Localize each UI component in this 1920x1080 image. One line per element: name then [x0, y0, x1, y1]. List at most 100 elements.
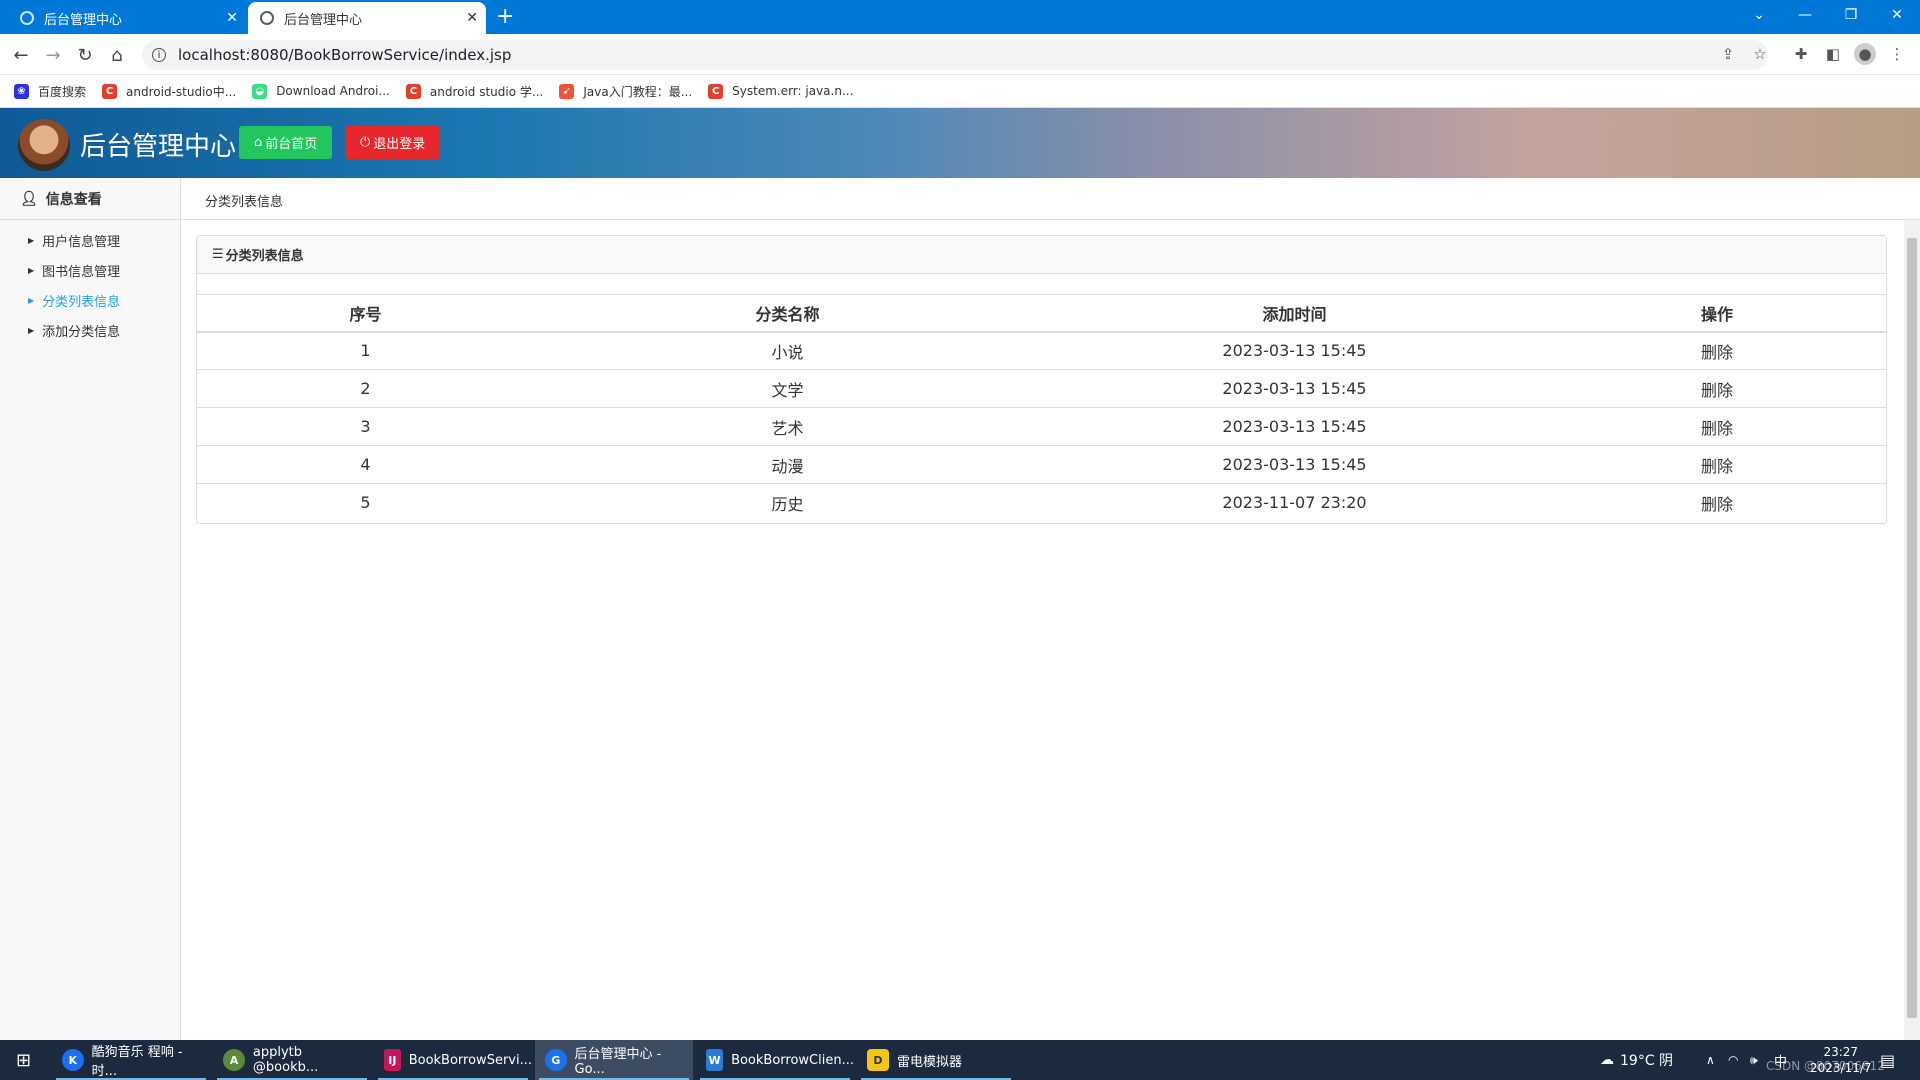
windows-start-icon[interactable]: ⊞: [6, 1040, 46, 1080]
taskbar-app[interactable]: D 雷电模拟器: [857, 1040, 1015, 1080]
breadcrumb: 分类列表信息: [181, 178, 1920, 220]
share-icon[interactable]: ⇪: [1717, 43, 1739, 65]
column-header-name: 分类名称: [534, 294, 1041, 333]
taskbar-app-label: 后台管理中心 - Go...: [574, 1047, 662, 1077]
cell-name: 艺术: [534, 407, 1041, 446]
info-icon[interactable]: i: [152, 48, 166, 62]
column-header-time: 添加时间: [1041, 294, 1548, 333]
taskbar-app[interactable]: IJ BookBorrowServi...: [374, 1040, 532, 1080]
taskbar-app[interactable]: K 酷狗音乐 程响 - 时...: [52, 1040, 210, 1080]
url-text: localhost:8080/BookBorrowService/index.j…: [178, 46, 512, 64]
weather-text: 19°C 阴: [1620, 1053, 1674, 1069]
cell-id: 3: [197, 407, 534, 446]
taskbar-app[interactable]: W BookBorrowClien...: [696, 1040, 854, 1080]
taskbar-app-label: applytb @bookb...: [252, 1045, 319, 1075]
taskbar: ⊞ K 酷狗音乐 程响 - 时... A applytb @bookb... I…: [0, 1040, 1920, 1080]
weather-widget[interactable]: ☁ 19°C 阴: [1600, 1040, 1673, 1080]
side-panel-icon[interactable]: ◧: [1822, 43, 1844, 65]
bookmark-label: Java入门教程：最...: [583, 84, 693, 99]
back-arrow-icon[interactable]: ←: [8, 42, 34, 68]
watermark: CSDN @807006812: [1766, 1059, 1885, 1073]
cell-name: 历史: [771, 494, 804, 514]
star-icon[interactable]: ☆: [1749, 43, 1771, 65]
paw-icon: ❀: [14, 83, 29, 99]
sidebar-item-users[interactable]: ▶ 用户信息管理: [28, 231, 120, 250]
new-tab-button[interactable]: +: [496, 4, 514, 30]
page-scrollbar[interactable]: [1904, 220, 1920, 1040]
delete-link[interactable]: 删除: [1548, 369, 1886, 408]
logout-button-label: 退出登录: [373, 137, 426, 152]
menu-dots-icon[interactable]: ⋮: [1886, 43, 1908, 65]
restore-icon[interactable]: ❐: [1828, 0, 1874, 30]
emulator-icon: D: [867, 1049, 889, 1071]
table-header-row: 序号 分类名称 添加时间 操作: [197, 294, 1886, 333]
close-icon[interactable]: ✕: [466, 10, 478, 26]
android-icon: ◒: [252, 83, 268, 99]
bookmark-item[interactable]: ➹ Java入门教程：最...: [559, 83, 692, 100]
chevron-up-icon[interactable]: ∧: [1706, 1040, 1715, 1080]
chevron-down-icon[interactable]: ⌄: [1736, 0, 1782, 30]
swift-icon: ➹: [559, 83, 575, 99]
caret-right-icon: ▶: [28, 296, 35, 305]
user-icon: 👤︎: [20, 190, 38, 207]
bookmark-item[interactable]: C System.err: java.n...: [708, 83, 854, 99]
network-icon[interactable]: ◠: [1728, 1040, 1738, 1080]
bookmark-item[interactable]: C android studio 学...: [405, 83, 543, 100]
globe-icon: [260, 11, 274, 25]
sidebar-item-category-list[interactable]: ▶ 分类列表信息: [28, 291, 120, 310]
bookmark-item[interactable]: C android-studio中...: [102, 83, 236, 100]
intellij-icon: IJ: [384, 1049, 401, 1071]
home-icon: ⌂: [254, 135, 263, 150]
cell-time: 2023-11-07 23:20: [1222, 493, 1367, 513]
caret-right-icon: ▶: [28, 266, 35, 275]
bookmark-item[interactable]: ◒ Download Androi...: [252, 83, 390, 99]
cell-time: 2023-03-13 15:45: [1041, 369, 1548, 408]
caret-right-icon: ▶: [28, 236, 35, 245]
forward-arrow-icon[interactable]: →: [40, 42, 66, 68]
window-close-icon[interactable]: ✕: [1874, 0, 1920, 30]
frontend-home-button[interactable]: ⌂ 前台首页: [239, 126, 333, 159]
taskbar-app-active[interactable]: G 后台管理中心 - Go...: [535, 1040, 693, 1080]
sidebar-item-label: 用户信息管理: [42, 235, 121, 250]
address-bar[interactable]: i localhost:8080/BookBorrowService/index…: [142, 40, 1768, 70]
home-button-label: 前台首页: [265, 137, 318, 152]
minimize-icon[interactable]: —: [1782, 0, 1828, 30]
volume-icon[interactable]: 🕪︎: [1750, 1040, 1758, 1080]
column-header-id: 序号: [197, 294, 534, 333]
cloud-icon: ☁: [1600, 1052, 1614, 1068]
caret-right-icon: ▶: [28, 326, 35, 335]
notification-icon[interactable]: ▤: [1880, 1040, 1895, 1080]
app-header: 后台管理中心 ⌂ 前台首页 ⏻ 退出登录: [0, 108, 1920, 178]
globe-icon: [20, 11, 34, 25]
puzzle-icon[interactable]: ✚: [1790, 43, 1812, 65]
table-row: 5 历史 2023-11-07 23:20 删除: [197, 484, 1886, 522]
home-icon[interactable]: ⌂: [104, 42, 130, 68]
browser-tab-strip: 后台管理中心 ✕ 后台管理中心 ✕ + ⌄ — ❐ ✕: [0, 0, 1920, 34]
taskbar-app[interactable]: A applytb @bookb...: [213, 1040, 371, 1080]
delete-link[interactable]: 删除: [1548, 484, 1886, 522]
scrollbar-thumb[interactable]: [1907, 238, 1917, 1018]
cell-id: 2: [197, 369, 534, 408]
bookmark-label: System.err: java.n...: [732, 84, 854, 98]
tab-title: 后台管理中心: [44, 12, 123, 28]
profile-icon[interactable]: ●: [1854, 43, 1876, 65]
delete-link[interactable]: 删除: [1548, 331, 1886, 370]
sidebar-item-label: 图书信息管理: [42, 265, 121, 280]
bookmark-item[interactable]: ❀ 百度搜索: [14, 83, 86, 100]
sidebar-header-label: 信息查看: [45, 191, 102, 208]
close-icon[interactable]: ✕: [226, 10, 238, 26]
sidebar-item-books[interactable]: ▶ 图书信息管理: [28, 261, 120, 280]
list-icon: ☰: [212, 247, 224, 262]
sidebar-item-label: 分类列表信息: [42, 295, 121, 310]
app-icon: A: [223, 1049, 245, 1071]
logout-button[interactable]: ⏻ 退出登录: [345, 126, 441, 159]
browser-tab[interactable]: 后台管理中心 ✕: [8, 2, 246, 34]
cell-id: 4: [197, 445, 534, 484]
bookmark-label: android-studio中...: [126, 84, 237, 99]
reload-icon[interactable]: ↻: [72, 42, 98, 68]
delete-link[interactable]: 删除: [1548, 407, 1886, 446]
browser-tab-active[interactable]: 后台管理中心 ✕: [248, 2, 486, 34]
cell-time: 2023-03-13 15:45: [1041, 331, 1548, 370]
sidebar-item-add-category[interactable]: ▶ 添加分类信息: [28, 321, 120, 340]
delete-link[interactable]: 删除: [1548, 445, 1886, 484]
